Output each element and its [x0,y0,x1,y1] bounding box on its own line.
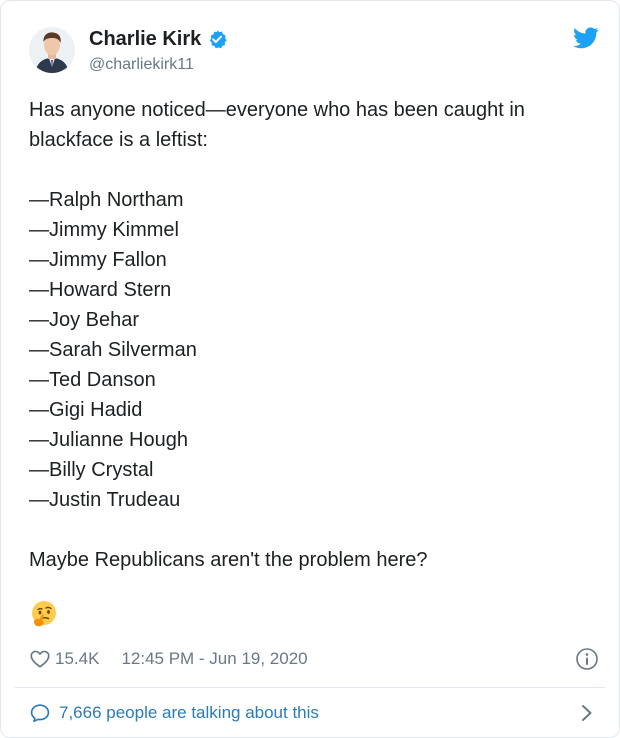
name-line: Charlie Kirk [89,28,227,50]
talking-about-text[interactable]: 7,666 people are talking about this [59,703,319,723]
list-item: —Sarah Silverman [29,339,197,361]
heart-icon[interactable] [29,648,51,670]
tweet-card: Charlie Kirk @charliekirk11 Has anyone n… [0,0,620,738]
list-item: —Joy Behar [29,309,140,331]
tweet-closing: Maybe Republicans aren't the problem her… [29,549,428,571]
list-item: —Ralph Northam [29,189,184,211]
speech-bubble-icon [30,704,50,723]
list-item: —Howard Stern [29,279,172,301]
author-handle[interactable]: @charliekirk11 [89,56,194,74]
chevron-right-icon[interactable] [581,704,593,722]
list-item: —Ted Danson [29,369,156,391]
footer-divider [15,687,605,688]
list-item: —Billy Crystal [29,459,154,481]
tweet-intro: Has anyone noticed—everyone who has been… [29,99,525,151]
tweet-text: Has anyone noticed—everyone who has been… [29,95,589,575]
list-item: —Gigi Hadid [29,399,143,421]
tweet-header: Charlie Kirk @charliekirk11 [29,23,599,79]
info-icon[interactable] [575,647,599,671]
list-item: —Julianne Hough [29,429,188,451]
like-count[interactable]: 15.4K [55,649,99,669]
list-item: —Jimmy Fallon [29,249,167,271]
list-item: —Justin Trudeau [29,489,181,511]
thinking-face-emoji [32,601,56,627]
avatar[interactable] [29,27,75,73]
talking-about-link[interactable]: 7,666 people are talking about this [29,699,599,727]
verified-badge-icon [210,30,227,49]
tweet-timestamp[interactable]: 12:45 PM - Jun 19, 2020 [121,649,307,669]
tweet-meta: 15.4K 12:45 PM - Jun 19, 2020 [29,645,599,673]
author-display-name[interactable]: Charlie Kirk [89,28,201,50]
twitter-logo-icon[interactable] [573,27,599,49]
list-item: —Jimmy Kimmel [29,219,179,241]
